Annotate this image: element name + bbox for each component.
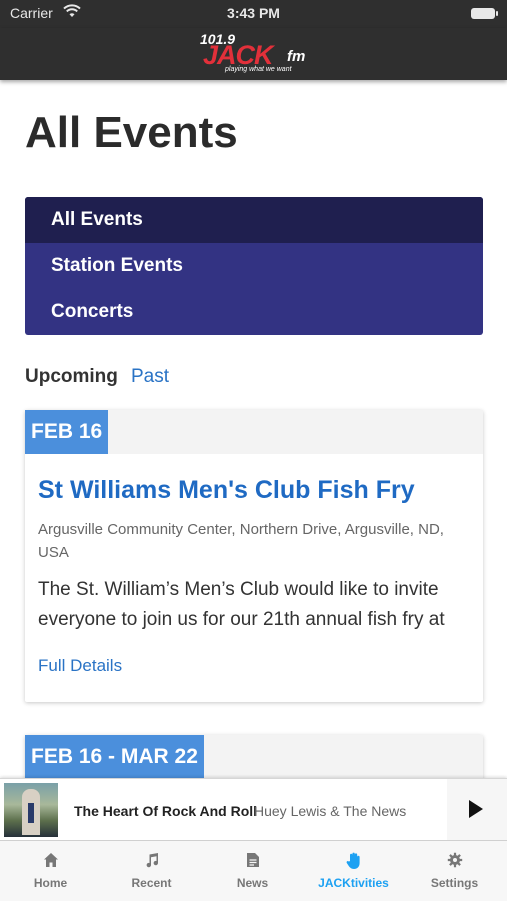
page-title: All Events	[25, 108, 238, 157]
tab-label: Settings	[430, 876, 479, 890]
event-card-header: FEB 16	[25, 410, 483, 454]
gear-icon	[404, 852, 505, 872]
upcoming-tab[interactable]: Upcoming	[25, 366, 118, 388]
date-badge: FEB 16	[25, 410, 109, 454]
tab-recent[interactable]: Recent	[101, 841, 202, 901]
tab-label: Recent	[131, 876, 172, 890]
event-location: Argusville Community Center, Northern Dr…	[38, 521, 444, 561]
hand-icon	[303, 852, 404, 872]
now-playing-bar[interactable]: The Heart Of Rock And Roll Huey Lewis & …	[0, 778, 507, 841]
tab-label: Home	[33, 876, 68, 890]
nav-bar: 101.9 JACK fm playing what we want	[0, 28, 507, 80]
filter-concerts[interactable]: Concerts	[25, 289, 483, 335]
play-button[interactable]	[447, 779, 507, 841]
filter-all-events[interactable]: All Events	[25, 197, 483, 243]
tab-jacktivities[interactable]: JACKtivities	[303, 841, 404, 901]
tab-settings[interactable]: Settings	[404, 841, 505, 901]
full-details-link[interactable]: Full Details	[38, 656, 122, 676]
event-filter-menu: All Events Station Events Concerts	[25, 197, 483, 335]
logo-tagline: playing what we want	[225, 66, 292, 73]
battery-icon	[471, 8, 498, 19]
status-bar: Carrier 3:43 PM	[0, 0, 507, 28]
past-tab[interactable]: Past	[131, 366, 169, 388]
event-title[interactable]: St Williams Men's Club Fish Fry	[38, 476, 415, 505]
song-artist: Huey Lewis & The News	[254, 803, 407, 819]
event-card-header: FEB 16 - MAR 22	[25, 735, 483, 779]
document-icon	[202, 852, 303, 872]
song-title: The Heart Of Rock And Roll	[74, 803, 258, 819]
tab-label: JACKtivities	[318, 876, 389, 890]
tab-news[interactable]: News	[202, 841, 303, 901]
station-logo: 101.9 JACK fm playing what we want	[197, 30, 313, 78]
tab-home[interactable]: Home	[0, 841, 101, 901]
album-art	[4, 783, 58, 837]
music-note-icon	[101, 852, 202, 872]
play-icon	[469, 800, 483, 818]
logo-suffix: fm	[287, 48, 306, 65]
event-card[interactable]: FEB 16 St Williams Men's Club Fish Fry A…	[25, 410, 483, 702]
event-description: The St. William’s Men’s Club would like …	[38, 579, 445, 630]
home-icon	[0, 852, 101, 872]
tab-label: News	[236, 876, 269, 890]
date-badge: FEB 16 - MAR 22	[25, 735, 204, 779]
clock: 3:43 PM	[227, 5, 280, 21]
tab-bar: Home Recent News JACKtivities Settings	[0, 840, 507, 901]
filter-station-events[interactable]: Station Events	[25, 243, 483, 289]
